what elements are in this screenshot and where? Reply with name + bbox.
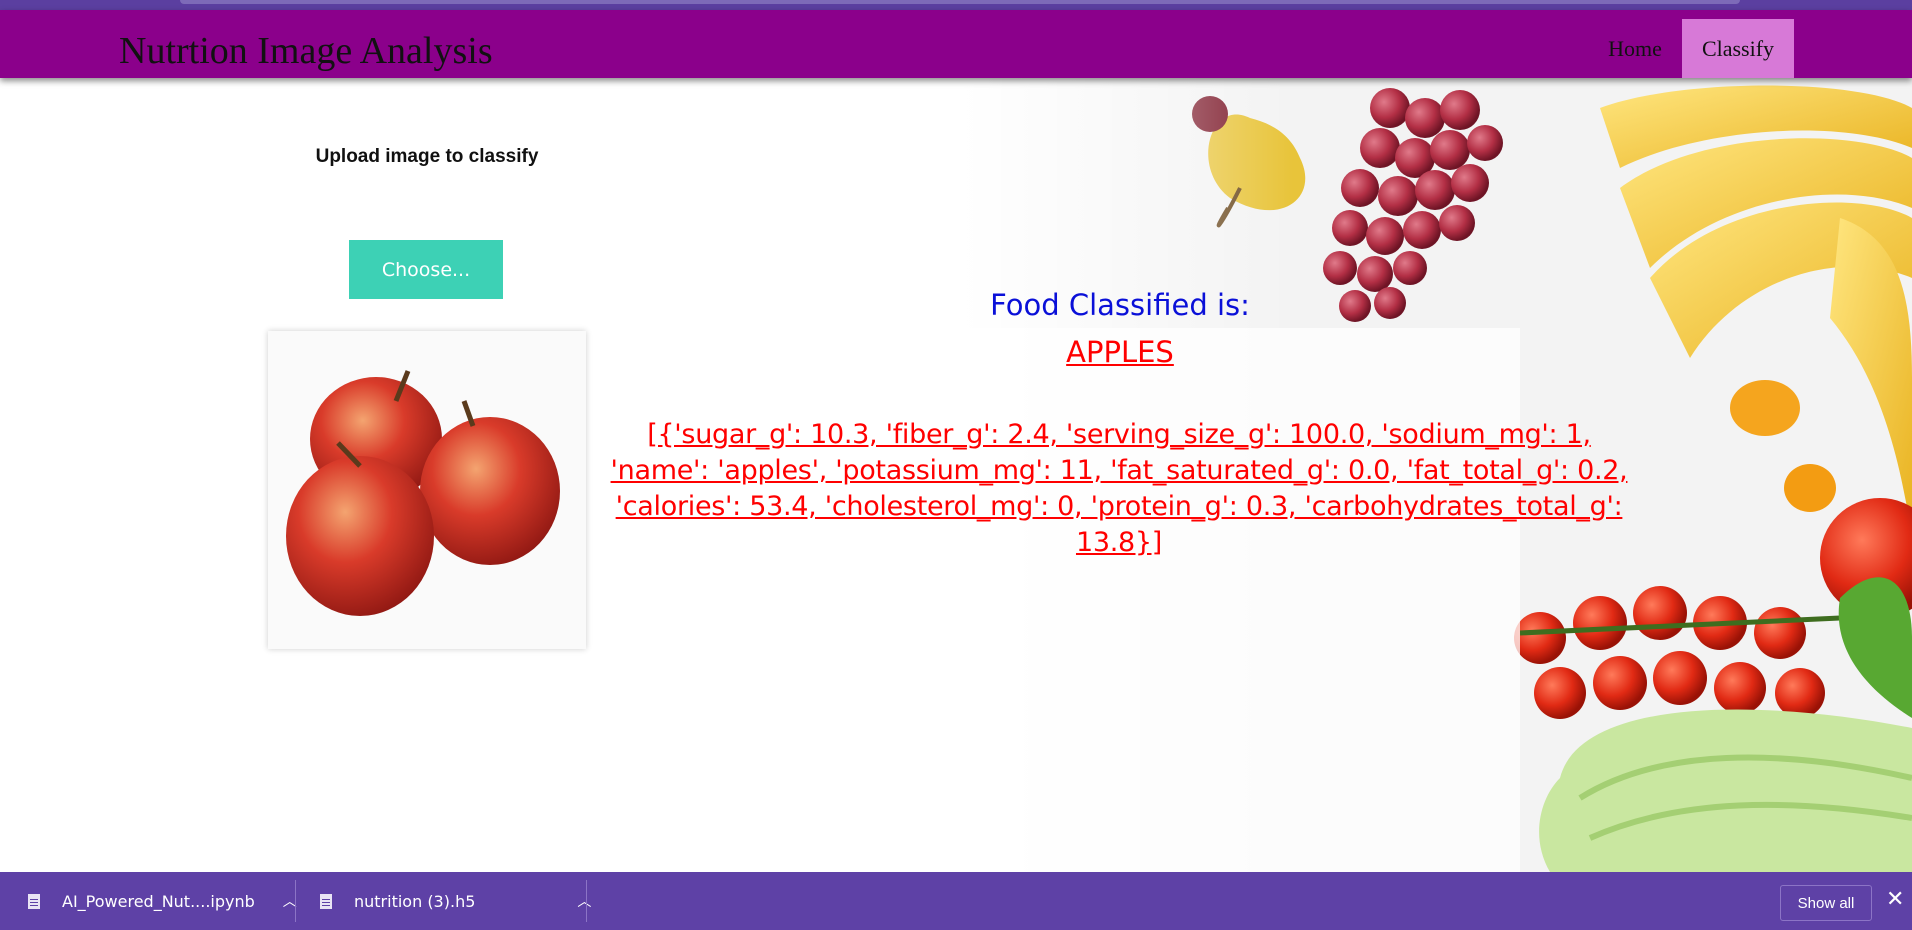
download-item[interactable]: AI_Powered_Nut....ipynb ︿	[28, 872, 297, 930]
download-filename: nutrition (3).h5	[354, 891, 476, 911]
show-all-button[interactable]: Show all	[1780, 885, 1872, 921]
apple-image	[268, 331, 586, 649]
divider	[295, 880, 296, 922]
chevron-up-icon[interactable]: ︿	[577, 891, 591, 911]
nav-home-link[interactable]: Home	[1590, 19, 1680, 78]
brand-title: Nutrtion Image Analysis	[119, 30, 493, 72]
preview-image-card	[268, 331, 586, 649]
browser-tab-edge	[180, 0, 1740, 4]
classified-food-value: APPLES	[1066, 335, 1174, 369]
nav-classify-link[interactable]: Classify	[1682, 19, 1794, 78]
upload-title: Upload image to classify	[315, 146, 539, 167]
file-icon	[320, 893, 332, 909]
nutrition-info-text: [{'sugar_g': 10.3, 'fiber_g': 2.4, 'serv…	[610, 419, 1628, 558]
close-icon[interactable]: ✕	[1886, 887, 1904, 913]
result-label: Food Classified is:	[990, 288, 1250, 322]
browser-top-strip	[0, 0, 1912, 10]
choose-file-button[interactable]: Choose...	[349, 240, 503, 299]
download-filename: AI_Powered_Nut....ipynb	[62, 891, 255, 911]
navbar: Nutrtion Image Analysis Home Classify	[0, 10, 1912, 78]
download-item[interactable]: nutrition (3).h5 ︿	[320, 872, 591, 930]
file-icon	[28, 893, 40, 909]
downloads-bar: AI_Powered_Nut....ipynb ︿ nutrition (3).…	[0, 872, 1912, 930]
divider	[586, 880, 587, 922]
